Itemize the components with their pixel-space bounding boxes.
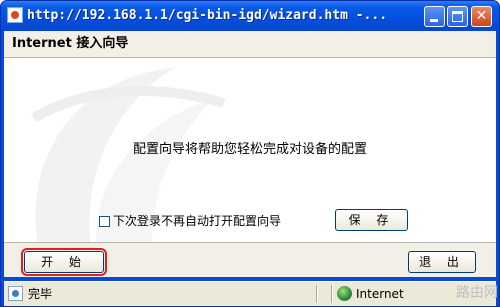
minimize-button[interactable]	[424, 6, 445, 27]
auto-open-checkbox[interactable]	[99, 215, 110, 227]
internet-globe-icon	[337, 286, 352, 301]
save-button[interactable]: 保 存	[335, 209, 408, 231]
browser-popup-window: http://192.168.1.1/cgi-bin-igd/wizard.ht…	[0, 0, 500, 307]
window-title: http://192.168.1.1/cgi-bin-igd/wizard.ht…	[27, 8, 388, 23]
wizard-title: Internet 接入向导	[12, 36, 129, 51]
maximize-button[interactable]	[447, 6, 468, 27]
auto-open-checkbox-label: 下次登录不再自动打开配置向导	[113, 214, 282, 228]
minimize-icon	[430, 19, 438, 22]
site-watermark: 路由网	[456, 285, 498, 301]
wizard-header: Internet 接入向导	[4, 31, 496, 58]
close-button[interactable]: ✕	[471, 6, 492, 27]
start-button[interactable]: 开 始	[21, 248, 107, 276]
security-zone-label: Internet	[356, 287, 404, 301]
close-icon: ✕	[475, 8, 488, 24]
auto-open-option: 下次登录不再自动打开配置向导	[99, 212, 281, 230]
ie-page-icon	[7, 7, 23, 23]
status-divider	[316, 285, 317, 303]
page-done-icon	[8, 286, 23, 301]
wizard-message: 配置向导将帮助您轻松完成对设备的配置	[132, 142, 367, 157]
status-text: 完毕	[28, 287, 53, 301]
title-bar[interactable]: http://192.168.1.1/cgi-bin-igd/wizard.ht…	[1, 1, 499, 31]
exit-button[interactable]: 退 出	[408, 251, 476, 273]
wizard-content: Internet 接入向导 配置向导将帮助您轻松完成对设备的配置 下次登录不再自…	[4, 31, 496, 277]
status-divider	[331, 285, 332, 303]
maximize-icon	[452, 11, 463, 22]
